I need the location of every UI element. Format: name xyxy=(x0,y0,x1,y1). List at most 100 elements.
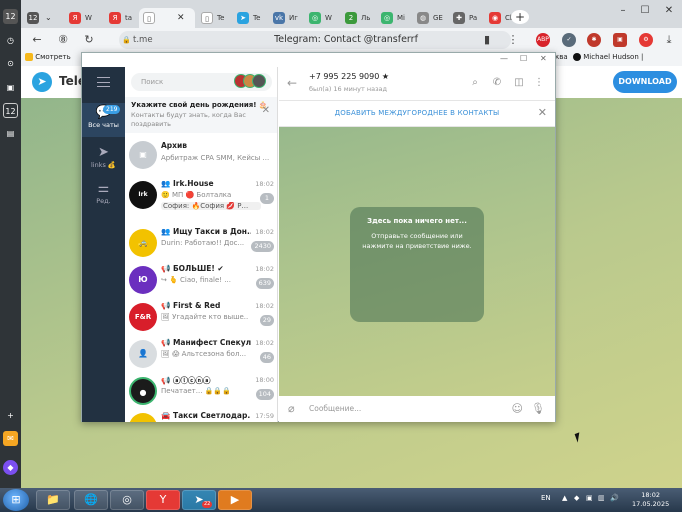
bookmark-label: Смотреть xyxy=(35,53,71,61)
download-button[interactable]: DOWNLOAD xyxy=(613,71,677,93)
chat-preview: ↪ 🫰 Ciao, finale! ... xyxy=(161,276,231,284)
reload-icon[interactable]: ↻ xyxy=(81,32,97,48)
message-input[interactable]: Сообщение... xyxy=(309,404,361,413)
chat-row[interactable]: Irk 👥 Irk.House 18:02 🙂 МП 🔴 Болталка 1 … xyxy=(125,175,277,223)
folder-all-chats[interactable]: 💬 219 Все чаты xyxy=(82,103,125,137)
empty-title: Здесь пока ничего нет... xyxy=(367,217,467,225)
unread-badge: 104 xyxy=(255,389,274,400)
yandex-browser-icon[interactable]: Y xyxy=(146,490,180,510)
bookmark-item-michael-hudson[interactable]: Michael Hudson | xyxy=(573,53,643,61)
emoji-icon[interactable]: ☺ xyxy=(512,402,523,415)
bookmark-icon[interactable]: ▮ xyxy=(479,32,495,48)
system-clock[interactable]: 18:02 17.05.2025 xyxy=(632,491,669,509)
unread-badge: 1 xyxy=(260,193,274,204)
chat-preview: 🖼 😱 Альтсезона бол... xyxy=(161,350,247,358)
bookmark-label: Michael Hudson | xyxy=(583,53,644,61)
adblock-icon[interactable]: ABP xyxy=(536,33,550,47)
chrome-icon[interactable]: ◎ xyxy=(110,490,144,510)
add-contact-label[interactable]: ДОБАВИТЬ МЕЖДУГОРОДНЕЕ В КОНТАКТЫ xyxy=(279,109,555,117)
tab-6[interactable]: ◎ W xyxy=(305,8,339,28)
shield-icon[interactable]: ◆ xyxy=(574,494,579,502)
minimize-button[interactable]: – xyxy=(615,4,631,18)
explorer-icon[interactable]: 📁 xyxy=(36,490,70,510)
more-vertical-icon[interactable]: ⋮ xyxy=(533,77,545,89)
maximize-icon[interactable]: ☐ xyxy=(520,54,527,63)
tab-2[interactable]: Яta xyxy=(105,8,137,28)
unread-badge: 639 xyxy=(255,278,274,289)
tab-9[interactable]: ◍ GE xyxy=(413,8,447,28)
add-icon[interactable]: + xyxy=(3,408,18,423)
alice-icon[interactable]: ◆ xyxy=(3,460,18,475)
search-icon[interactable]: ⌕ xyxy=(469,77,481,89)
chat-row[interactable]: 🚕 🚘 Такси Светлодар... 17:59 xyxy=(125,407,277,422)
phone-icon[interactable]: ✆ xyxy=(491,77,503,89)
language-indicator[interactable]: EN xyxy=(541,494,551,502)
close-icon[interactable]: ✕ xyxy=(262,105,270,116)
extension-star-icon[interactable]: ✱ xyxy=(587,33,601,47)
minimize-icon[interactable]: — xyxy=(500,54,508,63)
tab-3[interactable]: ▯ Te xyxy=(197,8,231,28)
tab-10[interactable]: ✚ Pa xyxy=(449,8,483,28)
tab-5[interactable]: vk Иг xyxy=(269,8,303,28)
media-player-icon[interactable]: ▶ xyxy=(218,490,252,510)
chat-name: 📢 БОЛЬШЕ! ✔ xyxy=(161,264,224,273)
back-arrow-icon[interactable]: ← xyxy=(29,32,45,48)
calendar-icon[interactable]: 12 xyxy=(3,103,18,118)
tab-8[interactable]: ◎ Mi xyxy=(377,8,411,28)
bookmark-item-smotret[interactable]: Смотреть xyxy=(25,53,71,61)
tray-app-icon[interactable]: ▣ xyxy=(586,494,593,502)
yandex-shield-icon[interactable]: ⑧ xyxy=(55,32,71,48)
chat-time: 17:59 xyxy=(255,412,274,420)
menu-icon[interactable] xyxy=(97,77,110,87)
folder-links[interactable]: ➤ links 💰 xyxy=(82,143,125,173)
folder-label: links 💰 xyxy=(90,161,117,169)
bookmark-item-kva[interactable]: ква xyxy=(555,53,568,61)
download-icon[interactable]: ⤓ xyxy=(661,32,677,48)
chat-avatar: 👤 xyxy=(129,340,157,368)
volume-icon[interactable]: 🔊 xyxy=(610,494,619,502)
chat-preview: 🖼 Угадайте кто выше... xyxy=(161,313,249,321)
network-icon[interactable]: 🌐 xyxy=(74,490,108,510)
extension-gear-icon[interactable]: ⚙ xyxy=(639,33,653,47)
search-input[interactable]: Поиск xyxy=(131,73,272,91)
shield-check-icon[interactable]: ✓ xyxy=(562,33,576,47)
close-icon[interactable]: ✕ xyxy=(540,54,547,63)
telegram-window: — ☐ ✕ 💬 219 Все чаты ➤ links 💰 ⚌ Ред. По… xyxy=(81,52,556,422)
tab-4[interactable]: ➤ Te xyxy=(233,8,267,28)
clock-icon[interactable]: ⊙ xyxy=(3,56,18,71)
close-icon[interactable]: ✕ xyxy=(538,106,547,119)
tray-arrow-icon[interactable]: ▲ xyxy=(562,494,567,502)
extension-square-icon[interactable]: ▣ xyxy=(613,33,627,47)
history-icon[interactable]: ◷ xyxy=(3,33,18,48)
microphone-icon[interactable]: 🎙 xyxy=(531,402,545,415)
sidebar-toggle-icon[interactable]: ◫ xyxy=(513,77,525,89)
chat-avatar: F&R xyxy=(129,303,157,331)
network-status-icon[interactable]: ▥ xyxy=(598,494,605,502)
notes-icon[interactable]: ▤ xyxy=(3,126,18,141)
start-button[interactable]: ⊞ xyxy=(3,489,29,511)
more-icon[interactable]: ⋮ xyxy=(505,32,521,48)
close-tab-icon[interactable]: ✕ xyxy=(177,8,185,28)
birthday-banner[interactable]: Укажите свой день рождения! 🎂 Контакты б… xyxy=(125,97,277,133)
chat-title[interactable]: +7 995 225 9090 ★ xyxy=(309,72,389,81)
tab-7[interactable]: 2 Ль xyxy=(341,8,375,28)
mail-icon[interactable]: ✉ xyxy=(3,431,18,446)
new-tab-button[interactable]: + xyxy=(511,10,529,24)
sliders-icon: ⚌ xyxy=(97,181,110,196)
screenshot-icon[interactable]: ▣ xyxy=(3,80,18,95)
tab-counter-icon[interactable]: 12 xyxy=(3,9,18,24)
add-contact-bar[interactable]: ДОБАВИТЬ МЕЖДУГОРОДНЕЕ В КОНТАКТЫ ✕ xyxy=(279,101,555,127)
tab-1[interactable]: ЯW xyxy=(65,8,97,28)
attach-icon[interactable]: ⌀ xyxy=(288,402,295,415)
tab-label: Иг xyxy=(289,14,298,22)
tab-active[interactable]: ▯ ✕ xyxy=(139,8,195,28)
back-arrow-icon[interactable]: ← xyxy=(287,76,297,90)
tab-group[interactable]: 12 ⌄ xyxy=(25,8,57,28)
close-window-button[interactable]: ✕ xyxy=(661,4,677,18)
stories-avatars[interactable] xyxy=(234,74,270,90)
page-title-field[interactable]: Telegram: Contact @transferrf xyxy=(181,31,511,49)
folder-edit[interactable]: ⚌ Ред. xyxy=(82,179,125,209)
telegram-icon[interactable]: ➤ 22 xyxy=(182,490,216,510)
maximize-button[interactable]: ☐ xyxy=(637,4,653,18)
url-domain[interactable]: 🔒 t.me xyxy=(119,31,181,49)
